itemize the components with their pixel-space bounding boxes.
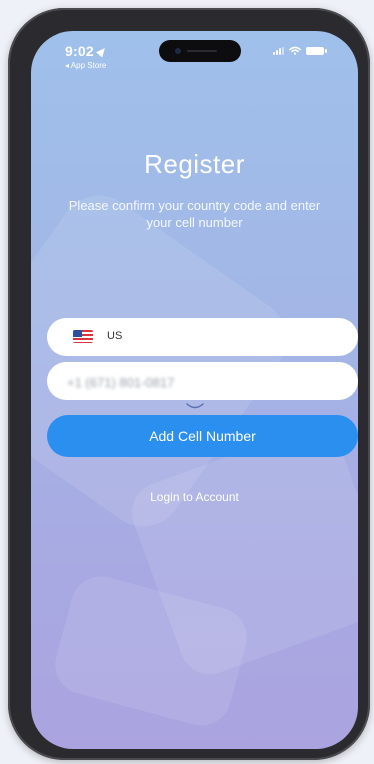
- wifi-icon: [289, 46, 301, 55]
- add-cell-number-button[interactable]: Add Cell Number: [47, 415, 358, 457]
- status-time: 9:02: [65, 43, 108, 59]
- us-flag-icon: [73, 330, 93, 343]
- chevron-down-icon: [186, 403, 204, 409]
- location-arrow-icon: [95, 45, 108, 58]
- volume-button: [12, 116, 18, 172]
- page-title: Register: [144, 149, 245, 179]
- back-to-app-store[interactable]: ◂ App Store: [65, 61, 106, 70]
- status-time-text: 9:02: [65, 43, 94, 59]
- signal-icon: [273, 47, 284, 55]
- app-screen: 9:02 ◂ App Store Register Please confirm…: [31, 31, 358, 749]
- page-subtitle: Please confirm your country code and ent…: [68, 198, 321, 230]
- battery-icon: [306, 47, 327, 55]
- phone-input[interactable]: [65, 368, 329, 396]
- phone-frame: 9:02 ◂ App Store Register Please confirm…: [8, 8, 370, 760]
- status-icons: [273, 46, 327, 55]
- camera-icon: [175, 48, 181, 54]
- country-selector[interactable]: US: [47, 318, 358, 356]
- login-to-account-link[interactable]: Login to Account: [31, 490, 358, 504]
- country-code: US: [107, 330, 123, 342]
- phone-field[interactable]: [47, 362, 358, 400]
- notch: [159, 40, 241, 62]
- speaker-grille: [187, 50, 217, 52]
